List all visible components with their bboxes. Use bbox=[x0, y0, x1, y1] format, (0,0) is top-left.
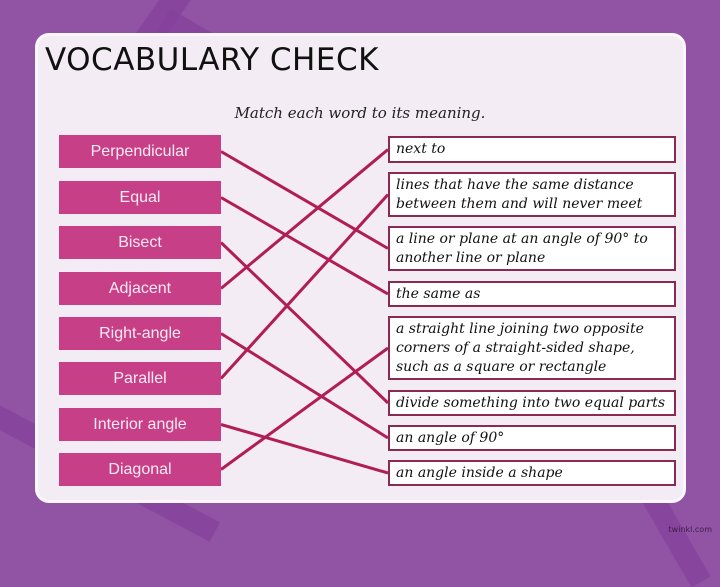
word-label: Diagonal bbox=[108, 460, 172, 478]
word-label: Parallel bbox=[113, 369, 167, 387]
word-box-bisect[interactable]: Bisect bbox=[59, 226, 221, 259]
word-box-equal[interactable]: Equal bbox=[59, 181, 221, 214]
meaning-box[interactable]: an angle inside a shape bbox=[388, 460, 676, 486]
meaning-text: lines that have the same distance betwee… bbox=[396, 176, 643, 212]
meaning-text: next to bbox=[396, 141, 446, 157]
meaning-text: an angle of 90° bbox=[396, 429, 505, 446]
meaning-text: an angle inside a shape bbox=[396, 464, 563, 481]
word-label: Right-angle bbox=[99, 324, 181, 342]
word-label: Adjacent bbox=[108, 279, 172, 297]
match-line bbox=[219, 193, 390, 380]
word-box-adjacent[interactable]: Adjacent bbox=[59, 272, 221, 305]
word-label: Bisect bbox=[118, 233, 162, 251]
meaning-box[interactable]: lines that have the same distance betwee… bbox=[388, 172, 676, 217]
meaning-box[interactable]: a line or plane at an angle of 90° to an… bbox=[388, 226, 676, 271]
watermark: twinkl.com bbox=[668, 525, 712, 534]
meaning-box[interactable]: divide something into two equal parts bbox=[388, 390, 676, 416]
match-line bbox=[220, 196, 389, 296]
match-line bbox=[220, 148, 389, 290]
word-label: Equal bbox=[119, 188, 161, 206]
word-box-right-angle[interactable]: Right-angle bbox=[59, 317, 221, 350]
match-line bbox=[220, 150, 389, 250]
meaning-text: the same as bbox=[396, 285, 481, 302]
match-line bbox=[220, 346, 389, 471]
meaning-box[interactable]: the same as bbox=[388, 281, 676, 307]
word-box-parallel[interactable]: Parallel bbox=[59, 362, 221, 395]
meaning-box[interactable]: an angle of 90° bbox=[388, 425, 676, 451]
match-line bbox=[220, 423, 389, 475]
word-box-perpendicular[interactable]: Perpendicular bbox=[59, 135, 221, 168]
meaning-box[interactable]: a straight line joining two opposite cor… bbox=[388, 316, 676, 380]
meaning-box[interactable]: next to bbox=[388, 136, 676, 163]
word-label: Perpendicular bbox=[90, 142, 190, 160]
word-label: Interior angle bbox=[93, 415, 187, 433]
word-box-diagonal[interactable]: Diagonal bbox=[59, 453, 221, 486]
meaning-text: a line or plane at an angle of 90° to an… bbox=[396, 230, 648, 266]
word-box-interior-angle[interactable]: Interior angle bbox=[59, 408, 221, 441]
meaning-text: a straight line joining two opposite cor… bbox=[396, 320, 644, 375]
meaning-text: divide something into two equal parts bbox=[396, 394, 666, 411]
